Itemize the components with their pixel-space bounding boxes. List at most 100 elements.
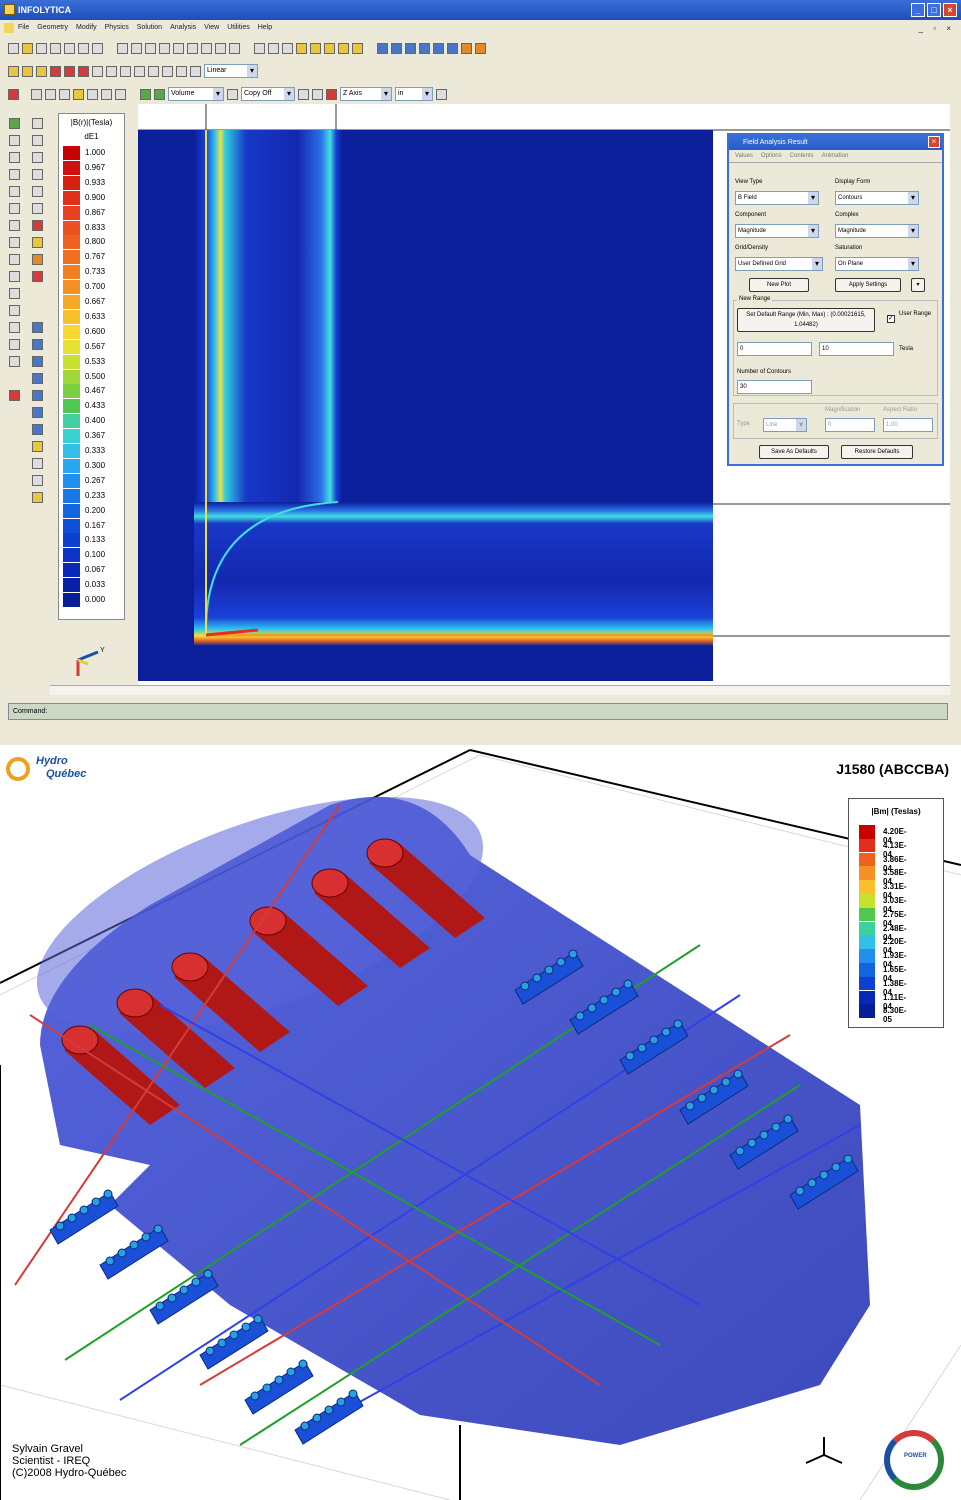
filter-icon[interactable] bbox=[227, 88, 238, 100]
node-icon[interactable] bbox=[254, 42, 265, 54]
menu-help[interactable]: Help bbox=[258, 20, 272, 36]
solve-motion-icon[interactable] bbox=[433, 42, 444, 54]
coordinate-icon[interactable] bbox=[148, 65, 159, 77]
construct-icon[interactable] bbox=[8, 65, 19, 77]
move-icon[interactable] bbox=[45, 88, 56, 100]
field-analysis-icon[interactable] bbox=[461, 42, 472, 54]
view-top-icon[interactable] bbox=[9, 135, 20, 146]
view-bottom-icon[interactable] bbox=[32, 135, 43, 146]
menu-geometry[interactable]: Geometry bbox=[37, 20, 68, 36]
mesh-view-icon[interactable] bbox=[32, 322, 43, 333]
axis-select[interactable]: Z Axis bbox=[340, 87, 392, 101]
dialog-close-button[interactable]: × bbox=[928, 136, 940, 148]
field-icon[interactable] bbox=[32, 237, 43, 248]
arrow-plot-icon[interactable] bbox=[32, 271, 43, 282]
order-select[interactable]: Linear bbox=[204, 64, 258, 78]
unit-select[interactable]: in bbox=[395, 87, 433, 101]
print-icon[interactable] bbox=[50, 42, 61, 54]
menu-analysis[interactable]: Analysis bbox=[170, 20, 196, 36]
shaded-icon[interactable] bbox=[32, 186, 43, 197]
selection-mode-select[interactable]: Volume bbox=[168, 87, 224, 101]
select-icon[interactable] bbox=[117, 42, 128, 54]
edge-icon[interactable] bbox=[268, 42, 279, 54]
view-left-icon[interactable] bbox=[9, 152, 20, 163]
edges-icon[interactable] bbox=[32, 203, 43, 214]
contours-input[interactable]: 30 bbox=[737, 380, 812, 394]
label-view-icon[interactable] bbox=[32, 407, 43, 418]
stop-icon[interactable] bbox=[9, 390, 20, 401]
undo-icon[interactable] bbox=[162, 65, 173, 77]
line-icon[interactable] bbox=[131, 42, 142, 54]
redo-icon[interactable] bbox=[176, 65, 187, 77]
user-range-checkbox[interactable]: ✓ bbox=[887, 315, 895, 323]
save-icon[interactable] bbox=[36, 42, 47, 54]
type-select[interactable]: Line bbox=[763, 418, 807, 432]
layers-view-icon[interactable] bbox=[32, 458, 43, 469]
close-button[interactable]: × bbox=[943, 3, 957, 17]
circle-icon[interactable] bbox=[173, 42, 184, 54]
boundary-icon[interactable] bbox=[338, 42, 349, 54]
material-view-icon[interactable] bbox=[32, 390, 43, 401]
copy-icon[interactable] bbox=[78, 42, 89, 54]
dialog-menu-values[interactable]: Values bbox=[735, 153, 753, 159]
zoom-out-icon[interactable] bbox=[9, 254, 20, 265]
rotate-view-icon[interactable] bbox=[59, 88, 70, 100]
copy-mode-select[interactable]: Copy Off bbox=[241, 87, 295, 101]
solve-thermal-icon[interactable] bbox=[419, 42, 430, 54]
save-defaults-button[interactable]: Save As Defaults bbox=[759, 445, 829, 459]
new-plot-button[interactable]: New Plot bbox=[749, 278, 809, 292]
coil-view-icon[interactable] bbox=[32, 339, 43, 350]
menu-modify[interactable]: Modify bbox=[76, 20, 97, 36]
zoom-in-icon[interactable] bbox=[9, 237, 20, 248]
grid-view-icon[interactable] bbox=[32, 424, 43, 435]
menu-solution[interactable]: Solution bbox=[137, 20, 162, 36]
solve-static-icon[interactable] bbox=[377, 42, 388, 54]
extrude-icon[interactable] bbox=[50, 65, 61, 77]
rectangle-icon[interactable] bbox=[159, 42, 170, 54]
plane-icon[interactable] bbox=[326, 88, 337, 100]
maximize-button[interactable]: □ bbox=[927, 3, 941, 17]
preview-icon[interactable] bbox=[64, 42, 75, 54]
dialog-menu-options[interactable]: Options bbox=[761, 153, 782, 159]
magnify-icon[interactable] bbox=[9, 356, 20, 367]
arrow-left-icon[interactable] bbox=[140, 88, 151, 100]
light-icon[interactable] bbox=[9, 339, 20, 350]
open-file-icon[interactable] bbox=[22, 42, 33, 54]
grid-select[interactable]: User Defined Grid bbox=[735, 257, 823, 271]
view-back-icon[interactable] bbox=[32, 118, 43, 129]
polygon-icon[interactable] bbox=[187, 42, 198, 54]
hidden-line-icon[interactable] bbox=[9, 203, 20, 214]
menu-physics[interactable]: Physics bbox=[105, 20, 129, 36]
refresh-icon[interactable] bbox=[190, 65, 201, 77]
range-max-input[interactable]: 10 bbox=[819, 342, 894, 356]
view-type-select[interactable]: B Field bbox=[735, 191, 819, 205]
view-normal-icon[interactable] bbox=[32, 169, 43, 180]
component-icon[interactable] bbox=[296, 42, 307, 54]
dialog-menu-contents[interactable]: Contents bbox=[790, 153, 814, 159]
mdi-window-controls[interactable]: _ ▫ × bbox=[919, 21, 955, 37]
command-line[interactable]: Command: bbox=[8, 703, 948, 720]
boundary-view-icon[interactable] bbox=[32, 373, 43, 384]
make-component-icon[interactable] bbox=[36, 65, 47, 77]
magnification-input[interactable]: 0 bbox=[825, 418, 875, 432]
arc-icon[interactable] bbox=[145, 42, 156, 54]
minimize-button[interactable]: _ bbox=[911, 3, 925, 17]
pan-icon[interactable] bbox=[31, 88, 42, 100]
solve-options-icon[interactable] bbox=[447, 42, 458, 54]
extend-icon[interactable] bbox=[215, 42, 226, 54]
grid-icon[interactable] bbox=[92, 65, 103, 77]
zoom-fit-icon[interactable] bbox=[9, 288, 20, 299]
saturation-select[interactable]: On Plane bbox=[835, 257, 919, 271]
lock-icon[interactable] bbox=[298, 88, 309, 100]
sweep-icon[interactable] bbox=[64, 65, 75, 77]
ortho-icon[interactable] bbox=[120, 65, 131, 77]
measure-icon[interactable] bbox=[134, 65, 145, 77]
material-icon[interactable] bbox=[324, 42, 335, 54]
pan-view-icon[interactable] bbox=[9, 322, 20, 333]
wireframe-icon[interactable] bbox=[9, 186, 20, 197]
horizontal-scrollbar[interactable] bbox=[50, 685, 950, 695]
range-min-input[interactable]: 0 bbox=[737, 342, 812, 356]
tool-icon[interactable] bbox=[312, 88, 323, 100]
snap-icon[interactable] bbox=[106, 65, 117, 77]
view-right-icon[interactable] bbox=[32, 152, 43, 163]
